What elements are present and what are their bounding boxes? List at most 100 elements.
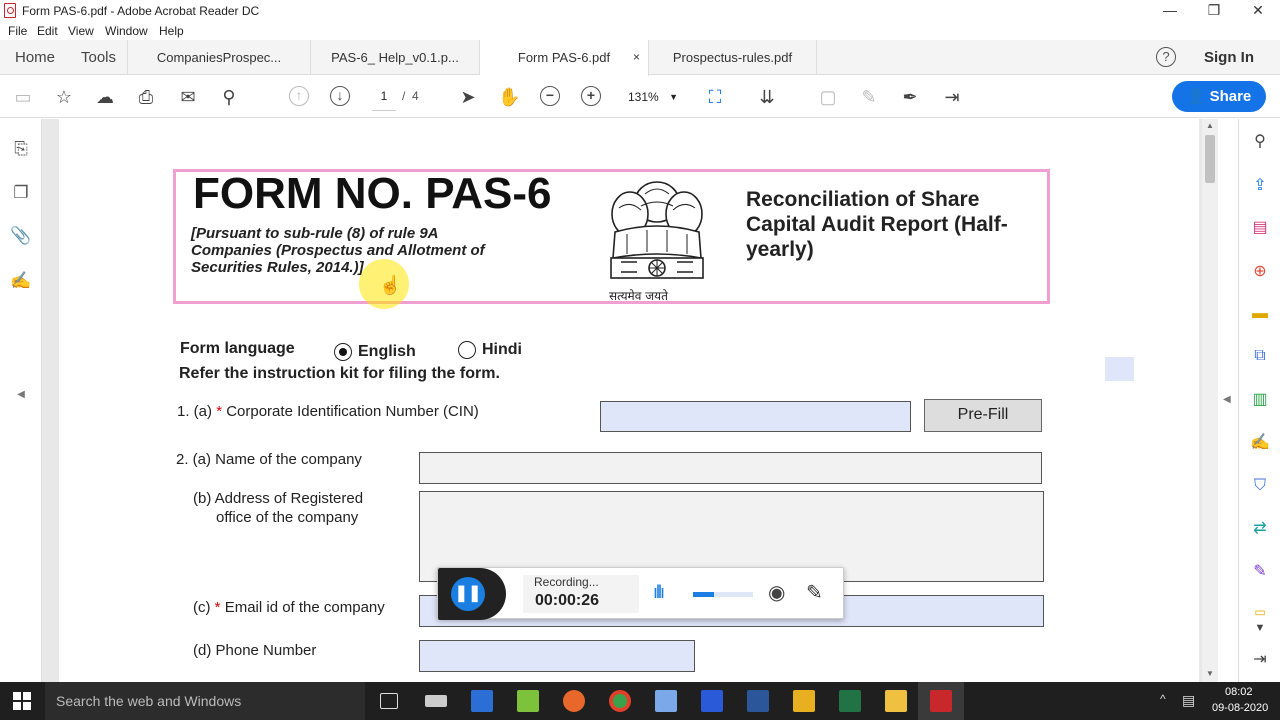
tab-companies-prospectus[interactable]: CompaniesProspec... <box>128 40 311 75</box>
word-icon[interactable] <box>747 690 769 712</box>
select-cursor-icon[interactable]: ➤ <box>457 86 479 108</box>
scroll-down-icon[interactable]: ▼ <box>1206 669 1214 678</box>
file-explorer-icon[interactable] <box>885 690 907 712</box>
hidden-field-marker[interactable] <box>1105 357 1134 381</box>
tray-chevron-icon[interactable]: ^ <box>1160 692 1166 706</box>
zoom-in-icon[interactable]: + <box>581 86 601 106</box>
signatures-icon[interactable]: ✍ <box>10 271 32 293</box>
tab-bar: Home Tools CompaniesProspec... PAS-6_ He… <box>0 40 1280 76</box>
toolbar: ▭ ☆ ☁ ⎙ ✉ ⚲ ↑ ↓ 1 / 4 ➤ ✋ − + 131% ▼ ⛶ ⇊ … <box>0 76 1280 118</box>
windows-start-icon[interactable] <box>13 692 31 710</box>
vertical-scrollbar[interactable]: ▲ ▼ <box>1202 119 1218 682</box>
zoom-level-select[interactable]: 131% ▼ <box>622 83 682 111</box>
combine-files-icon[interactable]: ⧉ <box>1249 345 1271 367</box>
taskbar-app-icon-3[interactable] <box>517 690 539 712</box>
tab-home[interactable]: Home <box>0 40 70 75</box>
edit-pdf-icon[interactable]: ⊕ <box>1249 261 1271 283</box>
send-review-icon[interactable]: ⇄ <box>1249 518 1271 540</box>
save-icon[interactable]: ▭ <box>12 86 34 108</box>
create-pdf-icon[interactable]: ▤ <box>1249 217 1271 239</box>
bookmarks-icon[interactable]: ❐ <box>10 183 32 205</box>
scrollbar-thumb[interactable] <box>1205 135 1215 183</box>
export-pdf-icon[interactable]: ⇪ <box>1249 175 1271 197</box>
chevron-down-icon[interactable]: ▼ <box>1249 617 1271 639</box>
tab-tools[interactable]: Tools <box>70 40 128 75</box>
expand-right-panel-icon[interactable]: ◀ <box>1223 394 1231 405</box>
language-english-label: English <box>358 343 416 360</box>
national-emblem-icon <box>610 181 704 279</box>
close-window-button[interactable]: ✕ <box>1236 0 1280 22</box>
help-icon[interactable]: ? <box>1156 47 1176 67</box>
sign-in-button[interactable]: Sign In <box>1204 49 1254 66</box>
fill-sign-tool-icon[interactable]: ✍ <box>1249 432 1271 454</box>
menu-file[interactable]: File <box>8 24 27 38</box>
tab-prospectus-rules[interactable]: Prospectus-rules.pdf <box>649 40 817 75</box>
highlight-pen-icon[interactable]: ✎ <box>858 86 880 108</box>
share-button[interactable]: 👤 Share <box>1172 81 1266 112</box>
menu-view[interactable]: View <box>68 24 94 38</box>
expand-left-panel-icon[interactable]: ◀ <box>10 389 32 411</box>
taskbar-app-icon-1[interactable] <box>425 695 447 707</box>
prefill-button[interactable]: Pre-Fill <box>924 399 1042 432</box>
fill-sign-icon[interactable]: ⇥ <box>941 86 963 108</box>
hand-tool-icon[interactable]: ✋ <box>498 86 520 108</box>
acrobat-taskbar-button[interactable] <box>918 682 964 720</box>
zoom-out-icon[interactable]: − <box>540 86 560 106</box>
minimize-button[interactable]: — <box>1148 0 1192 22</box>
taskbar-app-icon-5[interactable] <box>701 690 723 712</box>
scroll-up-icon[interactable]: ▲ <box>1206 121 1214 130</box>
attachments-icon[interactable]: 📎 <box>10 226 32 248</box>
upload-cloud-icon[interactable]: ☁ <box>94 86 116 108</box>
draw-pen-icon[interactable]: ✎ <box>806 580 823 605</box>
email-icon[interactable]: ✉ <box>177 86 199 108</box>
right-panel-toggle: ◀ <box>1218 119 1238 682</box>
task-view-icon[interactable] <box>380 693 398 709</box>
close-tab-icon[interactable]: × <box>633 40 640 75</box>
protect-shield-icon[interactable]: ⛉ <box>1249 475 1271 497</box>
menu-help[interactable]: Help <box>159 24 184 38</box>
taskbar-search-input[interactable]: Search the web and Windows <box>45 682 365 720</box>
cin-prefix: 1. (a) <box>177 403 213 420</box>
company-name-label: 2. (a) Name of the company <box>176 451 362 468</box>
comment-icon[interactable]: ▢ <box>817 86 839 108</box>
right-tools-rail: ⚲ ⇪ ▤ ⊕ ▬ ⧉ ▥ ✍ ⛉ ⇄ ✎ ▭ ▼ ⇥ <box>1238 119 1280 682</box>
lock-app-icon[interactable] <box>793 690 815 712</box>
excel-icon[interactable] <box>839 690 861 712</box>
page-number-input[interactable]: 1 <box>372 83 396 111</box>
pause-recording-button[interactable]: ❚❚ <box>451 577 485 611</box>
signature-tool-icon[interactable]: ✎ <box>1249 561 1271 583</box>
search-icon[interactable]: ⚲ <box>218 86 240 108</box>
menu-edit[interactable]: Edit <box>37 24 58 38</box>
webcam-icon[interactable]: ◉ <box>768 580 785 605</box>
menu-window[interactable]: Window <box>105 24 148 38</box>
menu-bar: File Edit View Window Help <box>0 22 1280 40</box>
language-hindi-radio[interactable] <box>458 341 476 359</box>
firefox-icon[interactable] <box>563 690 585 712</box>
tab-form-pas6[interactable]: Form PAS-6.pdf × <box>480 40 649 76</box>
bookmark-star-icon[interactable]: ☆ <box>53 86 75 108</box>
comment-tool-icon[interactable]: ▬ <box>1249 303 1271 325</box>
sign-pen-icon[interactable]: ✒ <box>899 86 921 108</box>
scroll-mode-icon[interactable]: ⇊ <box>756 86 778 108</box>
restore-button[interactable]: ❐ <box>1192 0 1236 22</box>
previous-page-icon[interactable]: ↑ <box>289 86 309 106</box>
print-icon[interactable]: ⎙ <box>135 86 157 108</box>
acrobat-taskbar-icon <box>930 690 952 712</box>
fit-page-icon[interactable]: ⛶ <box>704 86 726 108</box>
collapse-rail-icon[interactable]: ⇥ <box>1249 649 1271 671</box>
tab-pas6-help[interactable]: PAS-6_ Help_v0.1.p... <box>311 40 480 75</box>
chrome-icon[interactable] <box>609 690 631 712</box>
next-page-icon[interactable]: ↓ <box>330 86 350 106</box>
taskbar-app-icon-2[interactable] <box>471 690 493 712</box>
organize-pages-icon[interactable]: ▥ <box>1249 389 1271 411</box>
form-pursuant-text: [Pursuant to sub-rule (8) of rule 9A Com… <box>191 225 485 276</box>
notification-icon[interactable]: ▤ <box>1182 692 1195 709</box>
phone-input[interactable] <box>419 640 695 672</box>
page-thumbnails-icon[interactable]: ⎘ <box>10 139 32 161</box>
volume-slider[interactable] <box>693 592 753 597</box>
zoom-search-icon[interactable]: ⚲ <box>1249 131 1271 153</box>
company-name-input[interactable] <box>419 452 1042 484</box>
taskbar-app-icon-4[interactable] <box>655 690 677 712</box>
cin-input[interactable] <box>600 401 911 432</box>
language-english-radio[interactable] <box>334 343 352 361</box>
